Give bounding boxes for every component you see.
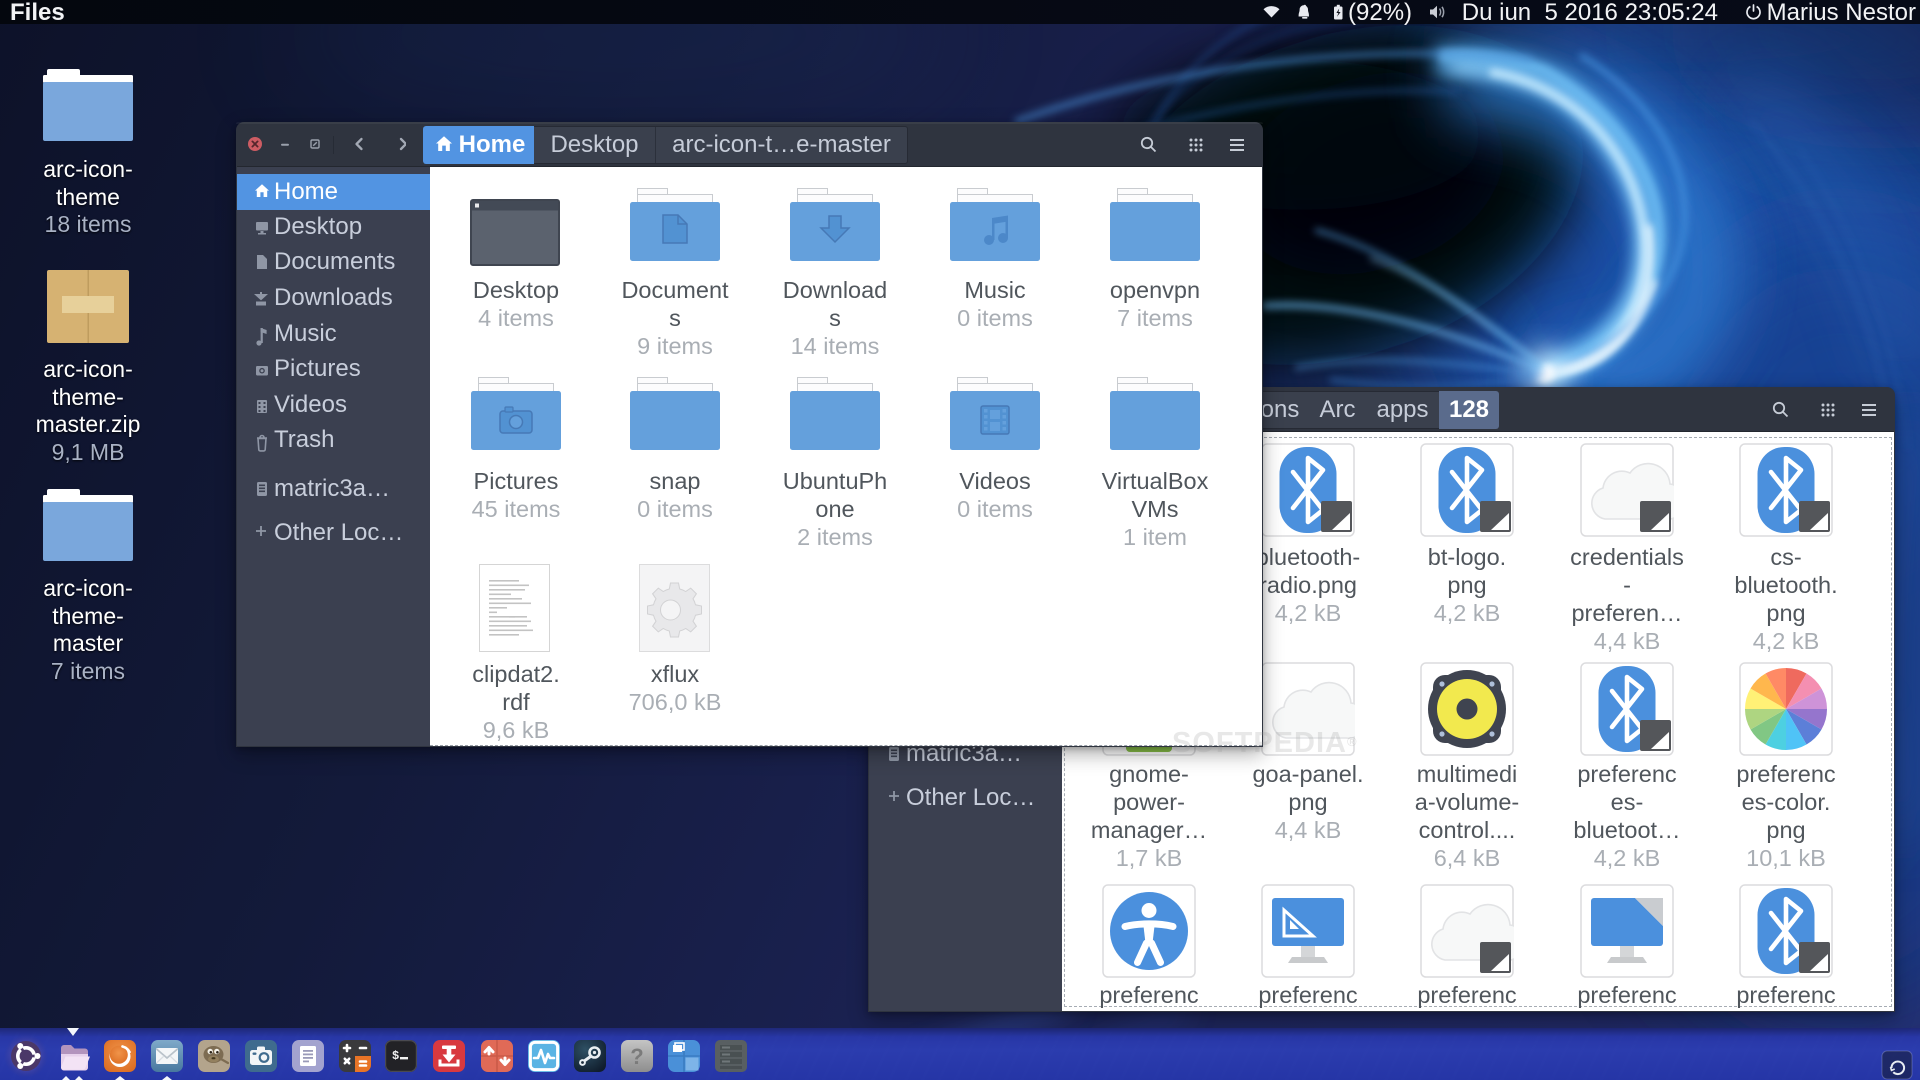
svg-text:?: ? [630,1044,643,1069]
svg-text:$: $ [392,1049,399,1063]
